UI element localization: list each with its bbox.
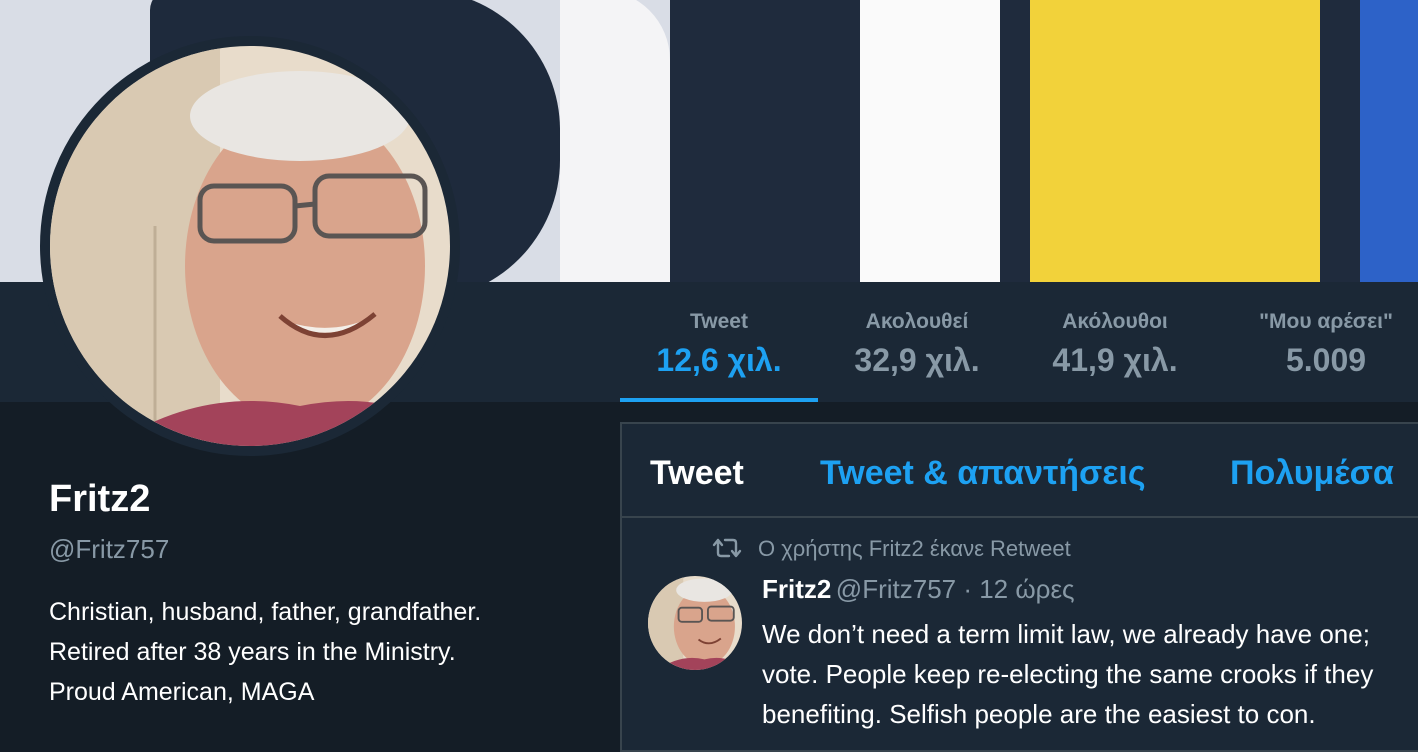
retweet-notice: Ο χρήστης Fritz2 έκανε Retweet bbox=[712, 536, 1071, 562]
profile-avatar[interactable] bbox=[40, 36, 460, 456]
retweet-icon bbox=[712, 536, 742, 560]
stat-label: Ακολουθεί bbox=[865, 310, 969, 333]
profile-bio: Christian, husband, father, grandfather.… bbox=[49, 592, 589, 712]
stat-likes[interactable]: "Μου αρέσει" 5.009 bbox=[1228, 282, 1418, 402]
tweet-meta[interactable]: @Fritz757 · 12 ώρες bbox=[836, 574, 1075, 604]
stat-label: Ακόλουθοι bbox=[1062, 310, 1168, 333]
stat-value: 5.009 bbox=[1285, 342, 1367, 378]
stat-value: 12,6 χιλ. bbox=[656, 342, 782, 378]
tab-tweets-replies[interactable]: Tweet & απαντήσεις bbox=[820, 454, 1146, 493]
tweet-avatar[interactable] bbox=[648, 576, 742, 670]
stat-tweets[interactable]: Tweet 12,6 χιλ. bbox=[620, 282, 818, 402]
banner-shape bbox=[1320, 0, 1360, 282]
banner-shape bbox=[1000, 0, 1030, 282]
profile-info: Fritz2 @Fritz757 Christian, husband, fat… bbox=[0, 402, 620, 730]
profile-name[interactable]: Fritz2 bbox=[49, 478, 150, 521]
stat-label: Tweet bbox=[690, 310, 748, 333]
stat-label: "Μου αρέσει" bbox=[1259, 310, 1393, 333]
banner-shape bbox=[860, 0, 1000, 282]
banner-shape bbox=[1030, 0, 1320, 282]
banner-shape bbox=[560, 0, 670, 282]
bio-line: Proud American, MAGA bbox=[49, 678, 315, 706]
tweet-text-line: benefiting. Selfish people are the easie… bbox=[762, 699, 1316, 729]
active-tab-underline bbox=[620, 398, 818, 402]
stat-value: 41,9 χιλ. bbox=[1052, 342, 1178, 378]
banner-shape bbox=[1360, 0, 1418, 282]
tab-tweets[interactable]: Tweet bbox=[650, 454, 744, 493]
bio-line: Christian, husband, father, grandfather. bbox=[49, 598, 482, 626]
stat-followers[interactable]: Ακόλουθοι 41,9 χιλ. bbox=[1016, 282, 1214, 402]
profile-handle: @Fritz757 bbox=[49, 534, 170, 564]
timeline-panel: Tweet Tweet & απαντήσεις Πολυμέσα Ο χρήσ… bbox=[620, 422, 1418, 752]
tweet-text[interactable]: We don’t need a term limit law, we alrea… bbox=[762, 614, 1418, 734]
timeline-tabs: Tweet Tweet & απαντήσεις Πολυμέσα bbox=[622, 424, 1418, 518]
tweet-header: Fritz2 @Fritz757 · 12 ώρες bbox=[762, 574, 1075, 605]
banner-shape bbox=[670, 0, 860, 282]
tweet-text-line: vote. People keep re-electing the same c… bbox=[762, 659, 1374, 689]
tweet-author-name[interactable]: Fritz2 bbox=[762, 574, 831, 604]
tweet-text-line: We don’t need a term limit law, we alrea… bbox=[762, 619, 1370, 649]
stat-following[interactable]: Ακολουθεί 32,9 χιλ. bbox=[818, 282, 1016, 402]
bio-line: Retired after 38 years in the Ministry. bbox=[49, 638, 456, 666]
tab-media[interactable]: Πολυμέσα bbox=[1230, 454, 1394, 493]
stat-value: 32,9 χιλ. bbox=[854, 342, 980, 378]
retweet-notice-text[interactable]: Ο χρήστης Fritz2 έκανε Retweet bbox=[758, 536, 1071, 561]
